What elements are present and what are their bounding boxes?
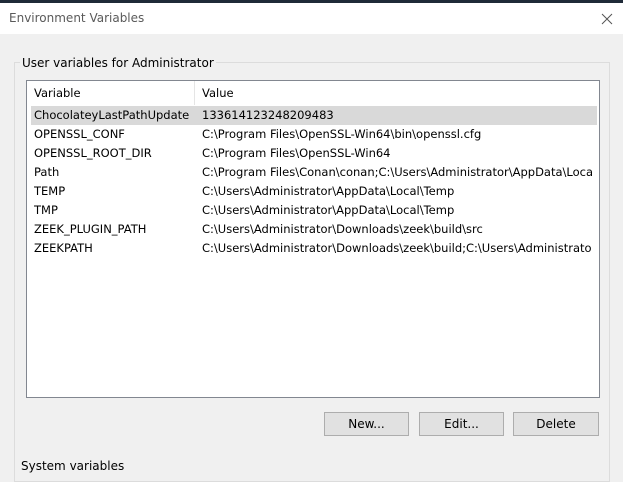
table-row[interactable]: TMP C:\Users\Administrator\AppData\Local… bbox=[31, 201, 597, 220]
window-title: Environment Variables bbox=[9, 11, 145, 25]
variable-value: C:\Program Files\Conan\conan;C:\Users\Ad… bbox=[202, 165, 592, 179]
variable-value: 133614123248209483 bbox=[202, 108, 334, 122]
title-bar: Environment Variables bbox=[0, 3, 623, 34]
system-variables-label: System variables bbox=[21, 459, 125, 473]
new-button[interactable]: New... bbox=[324, 412, 409, 436]
user-variables-label: User variables for Administrator bbox=[20, 56, 216, 70]
variable-value: C:\Program Files\OpenSSL-Win64\bin\opens… bbox=[202, 127, 482, 141]
variable-name: ZEEKPATH bbox=[34, 241, 93, 255]
variable-name: ZEEK_PLUGIN_PATH bbox=[34, 222, 147, 236]
list-header: Variable Value bbox=[27, 81, 599, 105]
table-row[interactable]: TEMP C:\Users\Administrator\AppData\Loca… bbox=[31, 182, 597, 201]
user-variables-list[interactable]: Variable Value ChocolateyLastPathUpdate … bbox=[26, 80, 600, 398]
table-row[interactable]: Path C:\Program Files\Conan\conan;C:\Use… bbox=[31, 163, 597, 182]
table-row[interactable]: OPENSSL_CONF C:\Program Files\OpenSSL-Wi… bbox=[31, 125, 597, 144]
variable-value: C:\Users\Administrator\AppData\Local\Tem… bbox=[202, 184, 455, 198]
delete-button[interactable]: Delete bbox=[513, 412, 599, 436]
variable-name: OPENSSL_ROOT_DIR bbox=[34, 146, 152, 160]
column-header-variable[interactable]: Variable bbox=[27, 81, 195, 105]
variable-value: C:\Users\Administrator\AppData\Local\Tem… bbox=[202, 203, 455, 217]
variable-value: C:\Users\Administrator\Downloads\zeek\bu… bbox=[202, 222, 483, 236]
table-row[interactable]: ZEEK_PLUGIN_PATH C:\Users\Administrator\… bbox=[31, 220, 597, 239]
variable-value: C:\Program Files\OpenSSL-Win64 bbox=[202, 146, 391, 160]
variable-name: OPENSSL_CONF bbox=[34, 127, 125, 141]
table-row[interactable]: ZEEKPATH C:\Users\Administrator\Download… bbox=[31, 239, 597, 258]
table-row[interactable]: ChocolateyLastPathUpdate 133614123248209… bbox=[31, 106, 597, 125]
variable-name: Path bbox=[34, 165, 60, 179]
edit-button[interactable]: Edit... bbox=[419, 412, 504, 436]
variable-value: C:\Users\Administrator\Downloads\zeek\bu… bbox=[202, 241, 592, 255]
variable-name: ChocolateyLastPathUpdate bbox=[34, 108, 190, 122]
column-header-value[interactable]: Value bbox=[195, 81, 599, 105]
close-button[interactable] bbox=[591, 3, 623, 34]
table-row[interactable]: OPENSSL_ROOT_DIR C:\Program Files\OpenSS… bbox=[31, 144, 597, 163]
variable-name: TEMP bbox=[34, 184, 66, 198]
close-icon bbox=[601, 13, 613, 24]
variable-name: TMP bbox=[34, 203, 58, 217]
